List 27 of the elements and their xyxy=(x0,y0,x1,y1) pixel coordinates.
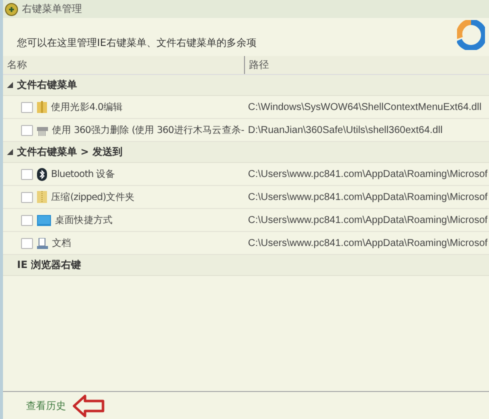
group-header[interactable]: IE 浏览器右键 xyxy=(3,255,489,276)
description: 您可以在这里管理IE右键菜单、文件右键菜单的多余项 xyxy=(17,36,256,50)
item-path: C:\Users\www.pc841.com\AppData\Roaming\Microsof xyxy=(247,238,489,248)
menu-item-row[interactable]: Bluetooth 设备 C:\Users\www.pc841.com\AppData\Roaming\Microsof xyxy=(3,163,489,186)
menu-item-row[interactable]: 桌面快捷方式 C:\Users\www.pc841.com\AppData\Roaming\Microsof xyxy=(3,209,489,232)
group-label: 文件右键菜单 > 发送到 xyxy=(17,146,122,159)
column-header[interactable]: 路径 xyxy=(244,56,489,74)
item-path: C:\Users\www.pc841.com\AppData\Roaming\Microsof xyxy=(247,192,489,202)
group-label: IE 浏览器右键 xyxy=(17,258,82,272)
menu-item-row[interactable]: 使用光影4.0编辑 C:\Windows\SysWOW64\ShellContextMenuExt64.dll xyxy=(3,96,489,119)
history-link[interactable]: 查看历史 xyxy=(26,398,66,412)
group-header[interactable]: 文件右键菜单 xyxy=(3,75,489,96)
item-name: 压缩(zipped)文件夹 xyxy=(51,190,135,204)
item-name: 使用光影4.0编辑 xyxy=(51,100,123,114)
item-path: C:\Users\www.pc841.com\AppData\Roaming\Microsof xyxy=(247,168,489,180)
item-name: 桌面快捷方式 xyxy=(55,214,113,226)
item-name: 使用 360强力删除 (使用 360进行木马云查杀- xyxy=(52,124,244,136)
item-name: 文档 xyxy=(52,236,72,250)
item-name: Bluetooth 设备 xyxy=(51,168,116,180)
menu-item-row[interactable]: 压缩(zipped)文件夹 C:\Users\www.pc841.com\AppData\Roaming\Microsof xyxy=(3,186,489,209)
group-label: 文件右键菜单 xyxy=(17,78,77,92)
group-header[interactable]: 文件右键菜单 > 发送到 xyxy=(3,142,489,163)
window-title: 右键菜单管理 xyxy=(22,2,82,16)
item-path: D:\RuanJian\360Safe\Utils\shell360ext64.dll xyxy=(247,124,444,136)
column-header[interactable]: 名称 xyxy=(3,56,244,74)
item-path: C:\Windows\SysWOW64\ShellContextMenuExt64.dll xyxy=(247,102,482,112)
item-path: C:\Users\www.pc841.com\AppData\Roaming\Microsof xyxy=(247,214,489,226)
